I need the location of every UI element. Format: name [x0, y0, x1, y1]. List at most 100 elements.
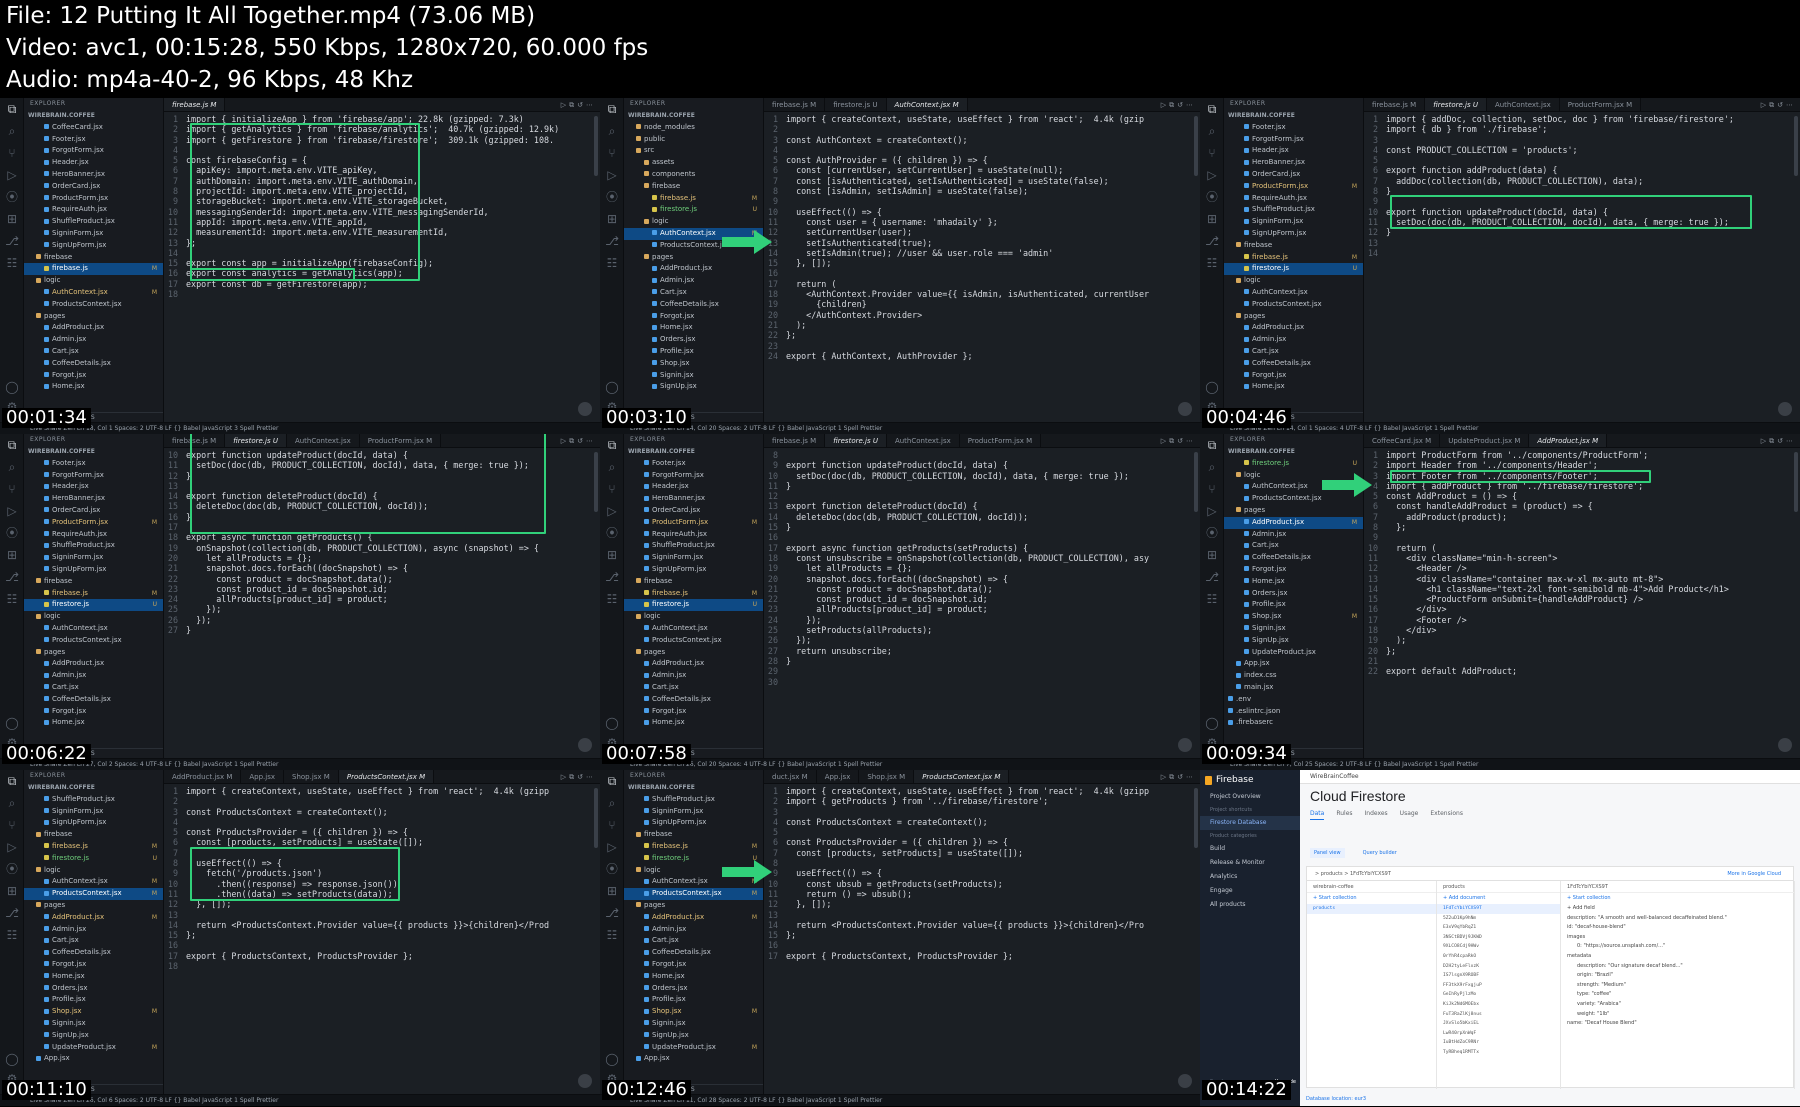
split-icon[interactable]: ⧉ — [1769, 437, 1777, 445]
account-icon[interactable]: ◯ — [600, 712, 624, 734]
file-item[interactable]: Admin.jsx — [24, 924, 163, 936]
editor-tab[interactable]: App.jsx — [817, 770, 860, 783]
live-share-icon[interactable]: ⎇ — [0, 566, 24, 588]
file-item[interactable]: WIREBRAIN.COFFEE — [24, 782, 163, 794]
file-item[interactable]: Shop.jsx M — [1224, 611, 1363, 623]
editor-tab[interactable]: firestore.js U — [1425, 98, 1487, 111]
file-item[interactable]: Signin.jsx — [24, 1018, 163, 1030]
explorer-icon[interactable]: ⧉ — [1200, 98, 1224, 120]
file-item[interactable]: firebase.js M — [624, 841, 763, 853]
editor-tab[interactable]: ProductForm.jsx M — [960, 434, 1042, 447]
document-row[interactable]: E3xV9qYbRqZ1 — [1437, 923, 1560, 933]
run-icon[interactable]: ▷ — [1161, 101, 1169, 109]
file-item[interactable]: Cart.jsx — [24, 935, 163, 947]
file-item[interactable]: AuthContext.jsx — [24, 623, 163, 635]
nav-item[interactable]: Build — [1200, 842, 1300, 856]
file-item[interactable]: OrderCard.jsx — [1224, 169, 1363, 181]
file-item[interactable]: Forgot.jsx — [624, 706, 763, 718]
more-icon[interactable]: ⋯ — [1786, 101, 1796, 109]
folder-item[interactable]: pages — [624, 900, 763, 912]
live-share-icon[interactable]: ⎇ — [600, 902, 624, 924]
file-item[interactable]: OrderCard.jsx — [24, 505, 163, 517]
file-item[interactable]: HeroBanner.jsx — [24, 169, 163, 181]
file-item[interactable]: ShuffleProduct.jsx — [24, 794, 163, 806]
extensions-icon[interactable]: ⊞ — [600, 544, 624, 566]
file-item[interactable]: SignUp.jsx — [624, 381, 763, 393]
file-item[interactable]: Home.jsx — [624, 717, 763, 729]
file-item[interactable]: ForgotForm.jsx — [24, 470, 163, 482]
file-item[interactable]: AuthContext.jsx M — [624, 876, 763, 888]
testing-icon[interactable]: ☷ — [1200, 252, 1224, 274]
file-item[interactable]: OrderCard.jsx — [24, 181, 163, 193]
file-item[interactable]: ProductsContext.jsx M — [624, 888, 763, 900]
scrollbar[interactable] — [1794, 452, 1798, 512]
copilot-icon[interactable] — [1178, 738, 1192, 752]
folder-item[interactable]: pages — [1224, 311, 1363, 323]
file-item[interactable]: AuthContext.jsx — [1224, 287, 1363, 299]
live-share-icon[interactable]: ⎇ — [1200, 566, 1224, 588]
tab-data[interactable]: Data — [1310, 810, 1325, 820]
scrollbar[interactable] — [1794, 116, 1798, 176]
file-item[interactable]: firebase.js M — [624, 193, 763, 205]
file-item[interactable]: ForgotForm.jsx — [1224, 134, 1363, 146]
editor-tab[interactable]: firestore.js U — [225, 434, 287, 447]
split-icon[interactable]: ⧉ — [1169, 437, 1177, 445]
scrollbar[interactable] — [1194, 116, 1198, 176]
file-item[interactable]: .eslintrc.json — [1224, 706, 1363, 718]
file-item[interactable]: Shop.jsx M — [24, 1006, 163, 1018]
file-item[interactable]: AddProduct.jsx M — [24, 912, 163, 924]
run-icon[interactable]: ▷ — [1761, 437, 1769, 445]
split-icon[interactable]: ⧉ — [1169, 773, 1177, 781]
split-icon[interactable]: ⧉ — [569, 773, 577, 781]
run-icon[interactable]: ▷ — [1161, 773, 1169, 781]
document-row[interactable]: LwR40rpXnWqF — [1437, 1029, 1560, 1039]
file-item[interactable]: CoffeeDetails.jsx — [624, 299, 763, 311]
live-share-icon[interactable]: ⎇ — [600, 230, 624, 252]
editor-tab[interactable]: UpdateProduct.jsx M — [1440, 434, 1530, 447]
file-item[interactable]: CoffeeCard.jsx — [24, 122, 163, 134]
source-control-icon[interactable]: ⑂ — [600, 142, 624, 164]
extensions-icon[interactable]: ⊞ — [0, 544, 24, 566]
file-item[interactable]: Forgot.jsx — [24, 706, 163, 718]
nav-item[interactable]: Analytics — [1200, 870, 1300, 884]
extensions-icon[interactable]: ⊞ — [1200, 544, 1224, 566]
file-item[interactable]: main.jsx — [1224, 682, 1363, 694]
file-item[interactable]: SigninForm.jsx — [24, 552, 163, 564]
search-icon[interactable]: ⌕ — [600, 792, 624, 814]
file-item[interactable]: firebase.js M — [24, 263, 163, 276]
explorer-icon[interactable]: ⧉ — [0, 434, 24, 456]
folder-item[interactable]: pages — [24, 311, 163, 323]
file-item[interactable]: ProductsContext.jsx M — [24, 888, 163, 900]
file-item[interactable]: CoffeeDetails.jsx — [24, 694, 163, 706]
file-item[interactable]: Cart.jsx — [624, 935, 763, 947]
nav-item[interactable]: Project Overview — [1200, 790, 1300, 804]
file-item[interactable]: AddProduct.jsx — [24, 658, 163, 670]
file-item[interactable]: CoffeeDetails.jsx — [624, 694, 763, 706]
file-item[interactable]: firebase.js M — [624, 588, 763, 600]
file-item[interactable]: .firebaserc — [1224, 717, 1363, 729]
search-icon[interactable]: ⌕ — [1200, 456, 1224, 478]
copilot-icon[interactable] — [578, 402, 592, 416]
file-item[interactable]: ProductsContext.jsx — [1224, 299, 1363, 311]
file-item[interactable]: Profile.jsx — [24, 994, 163, 1006]
file-item[interactable]: Shop.jsx M — [624, 1006, 763, 1018]
explorer-icon[interactable]: ⧉ — [0, 98, 24, 120]
document-row[interactable]: FuT3RaZlKj8nus — [1437, 1010, 1560, 1020]
account-icon[interactable]: ◯ — [0, 376, 24, 398]
nav-item[interactable]: All products — [1200, 898, 1300, 912]
source-control-icon[interactable]: ⑂ — [600, 478, 624, 500]
file-item[interactable]: SignUpForm.jsx — [624, 817, 763, 829]
editor-tab[interactable]: firebase.js M — [1364, 98, 1426, 111]
remote-icon[interactable]: ⦿ — [1200, 522, 1224, 544]
run-debug-icon[interactable]: ▷ — [1200, 500, 1224, 522]
source-control-icon[interactable]: ⑂ — [0, 814, 24, 836]
testing-icon[interactable]: ☷ — [0, 924, 24, 946]
file-item[interactable]: Cart.jsx — [24, 346, 163, 358]
nav-item[interactable]: Firestore Database — [1200, 816, 1300, 830]
history-icon[interactable]: ↺ — [1177, 773, 1186, 781]
more-icon[interactable]: ⋯ — [1186, 437, 1196, 445]
document-row[interactable]: products — [1307, 904, 1436, 914]
source-control-icon[interactable]: ⑂ — [1200, 478, 1224, 500]
file-item[interactable]: Profile.jsx — [1224, 599, 1363, 611]
search-icon[interactable]: ⌕ — [1200, 120, 1224, 142]
